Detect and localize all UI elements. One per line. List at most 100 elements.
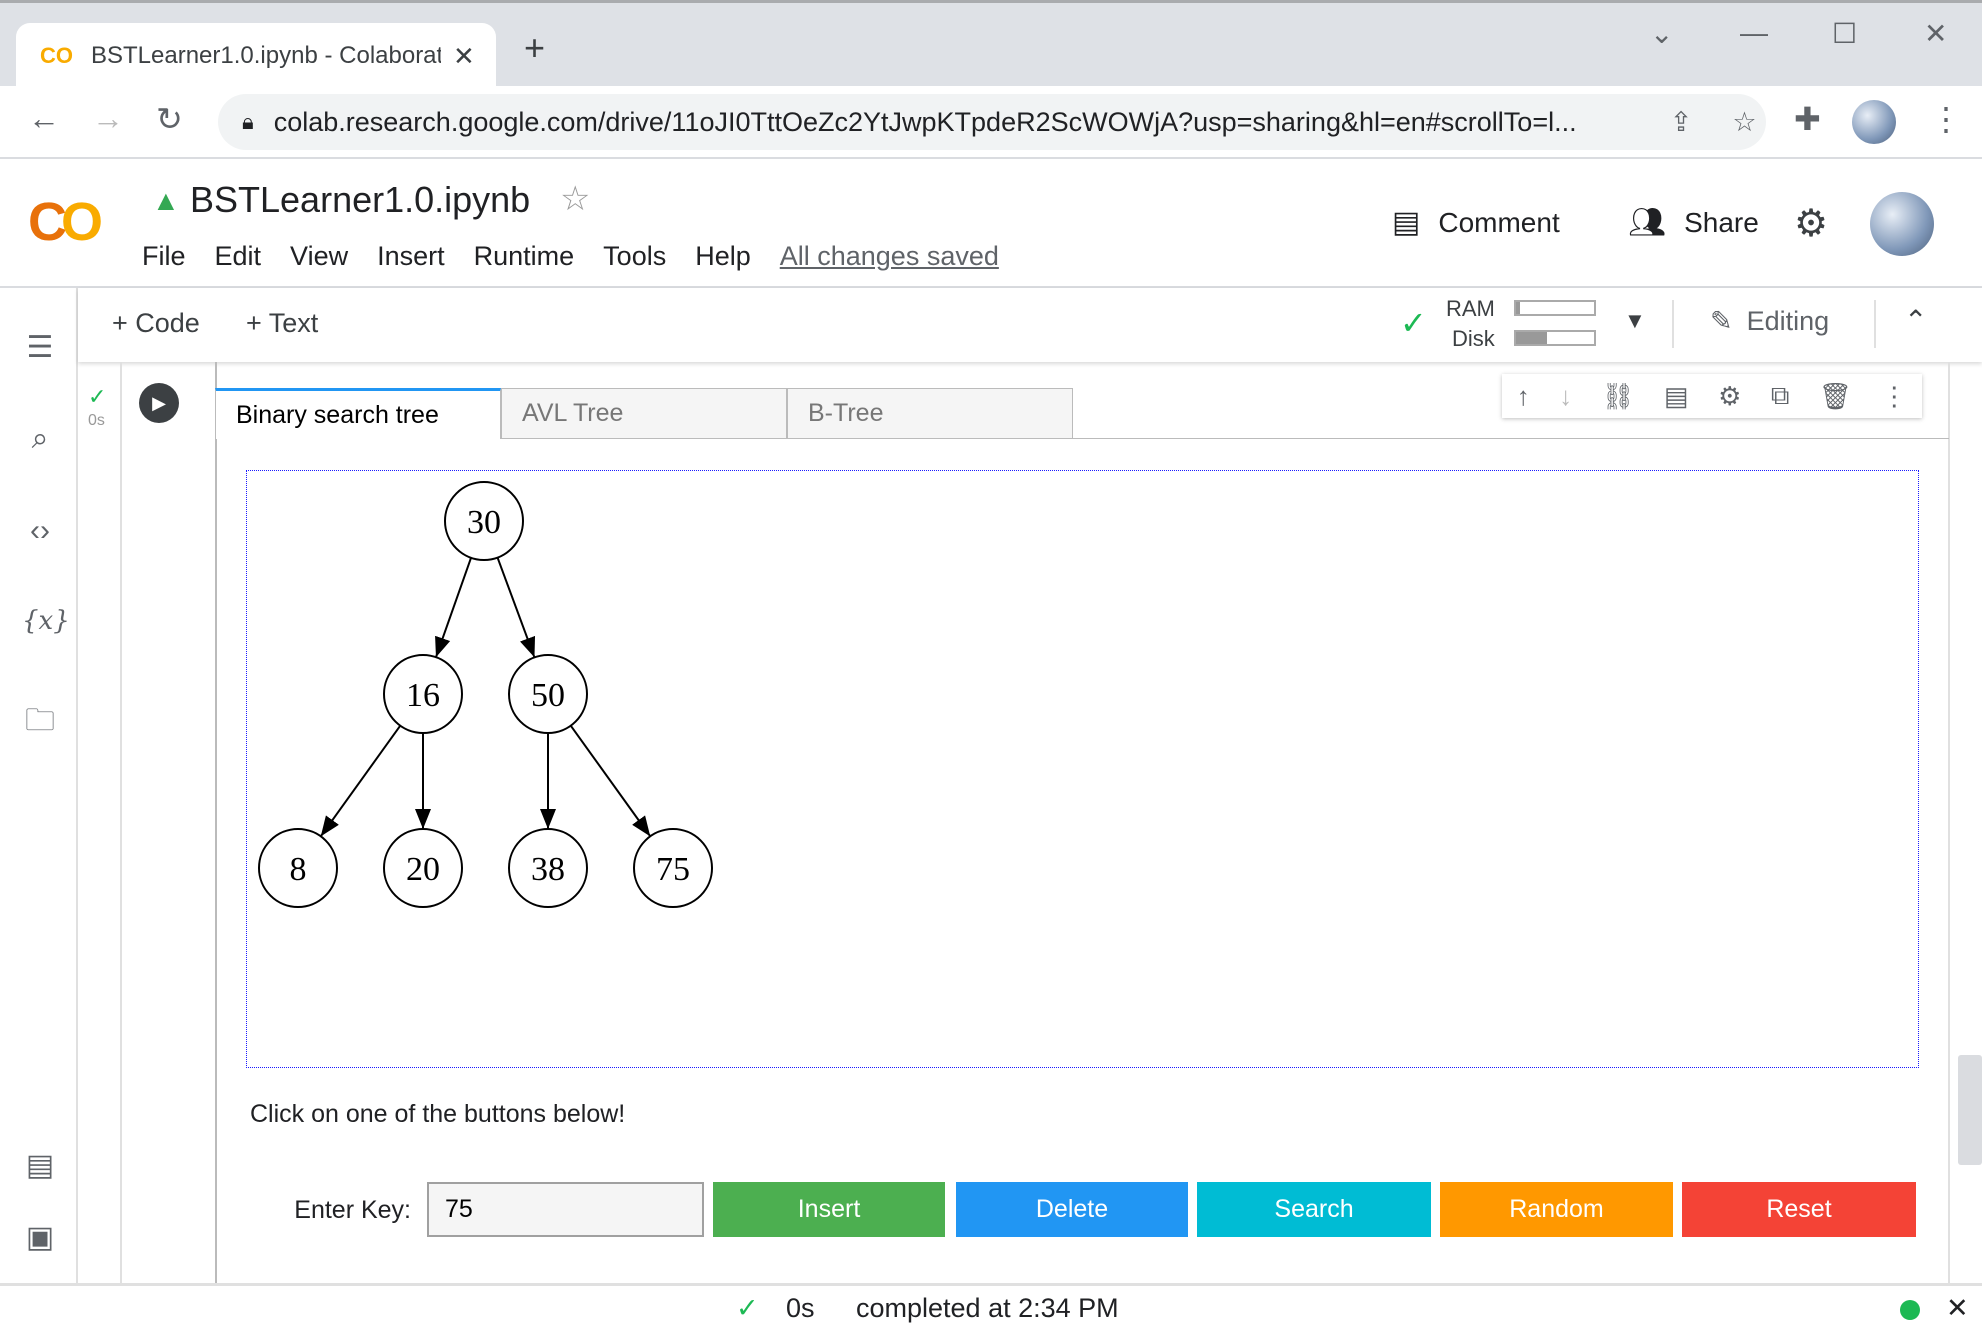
disk-label: Disk — [1452, 326, 1495, 351]
tree-node[interactable]: 30 — [444, 481, 524, 561]
tree-node[interactable]: 75 — [633, 828, 713, 908]
maximize-icon[interactable]: ☐ — [1832, 17, 1857, 50]
address-bar-row: ← → ↻ 🔒︎ colab.research.google.com/drive… — [0, 86, 1982, 159]
notebook-title[interactable]: BSTLearner1.0.ipynb — [190, 179, 530, 221]
extensions-icon[interactable]: ✚ — [1794, 100, 1821, 138]
tree-node[interactable]: 50 — [508, 654, 588, 734]
key-input[interactable] — [427, 1182, 704, 1237]
menu-runtime[interactable]: Runtime — [474, 241, 575, 272]
instruction-text: Click on one of the buttons below! — [250, 1100, 626, 1128]
url-text: colab.research.google.com/drive/11oJI0Tt… — [273, 106, 1577, 137]
close-window-icon[interactable]: ✕ — [1924, 17, 1947, 50]
ram-label: RAM — [1446, 296, 1495, 321]
collapse-header-icon[interactable]: ⌃ — [1904, 304, 1927, 337]
terminal-icon[interactable]: ▣ — [22, 1220, 58, 1255]
comment-cell-icon[interactable]: ▤ — [1664, 381, 1689, 412]
command-palette-icon[interactable]: ▤ — [22, 1148, 58, 1183]
move-down-icon[interactable]: ↓ — [1559, 381, 1572, 412]
files-folder-icon[interactable]: 🗀 — [22, 698, 58, 749]
disk-usage-bar[interactable] — [1514, 330, 1596, 346]
reset-button[interactable]: Reset — [1682, 1182, 1916, 1237]
browser-menu-icon[interactable]: ⋮ — [1930, 100, 1962, 138]
browser-tab[interactable]: CO BSTLearner1.0.ipynb - Colaboratory ✕ — [16, 23, 496, 89]
menu-view[interactable]: View — [290, 241, 348, 272]
tree-node-label: 8 — [290, 851, 307, 888]
tab-b-tree[interactable]: B-Tree — [787, 388, 1073, 439]
tree-node-label: 30 — [467, 504, 501, 541]
tab-search-icon[interactable]: ⌄ — [1650, 17, 1673, 50]
forward-icon[interactable]: → — [92, 100, 124, 137]
search-icon[interactable]: ⌕ — [22, 422, 58, 456]
account-avatar[interactable] — [1870, 192, 1934, 256]
tree-node[interactable]: 38 — [508, 828, 588, 908]
random-button[interactable]: Random — [1440, 1182, 1673, 1237]
move-up-icon[interactable]: ↑ — [1517, 381, 1530, 412]
cell-settings-icon[interactable]: ⚙ — [1718, 381, 1741, 412]
add-code-button[interactable]: + Code — [112, 308, 200, 339]
tab-avl-tree[interactable]: AVL Tree — [501, 388, 787, 439]
people-icon: 👥︎ — [1628, 206, 1667, 239]
url-field[interactable]: 🔒︎ colab.research.google.com/drive/11oJI… — [218, 94, 1766, 150]
menu-bar: File Edit View Insert Runtime Tools Help… — [142, 241, 999, 272]
tree-node[interactable]: 8 — [258, 828, 338, 908]
back-icon[interactable]: ← — [28, 100, 60, 137]
tree-node[interactable]: 16 — [383, 654, 463, 734]
comment-button[interactable]: ▤ Comment — [1392, 205, 1560, 240]
resources-dropdown-icon[interactable]: ▼ — [1624, 308, 1646, 334]
tree-node[interactable]: 20 — [383, 828, 463, 908]
add-text-button[interactable]: + Text — [246, 308, 318, 339]
new-tab-icon[interactable]: + — [524, 27, 545, 69]
search-button[interactable]: Search — [1197, 1182, 1431, 1237]
browser-tab-strip: CO BSTLearner1.0.ipynb - Colaboratory ✕ … — [0, 0, 1982, 89]
notebook-toolbar: + Code + Text ✓ RAM Disk ▼ ✎ Editing ⌃ — [78, 288, 1982, 362]
profile-avatar[interactable] — [1852, 100, 1896, 144]
delete-button[interactable]: Delete — [956, 1182, 1188, 1237]
variables-icon[interactable]: {x} — [22, 606, 70, 636]
share-page-icon[interactable]: ⇪ — [1670, 107, 1693, 138]
comment-icon: ▤ — [1392, 206, 1421, 239]
scrollbar-thumb[interactable] — [1958, 1055, 1982, 1165]
close-tab-icon[interactable]: ✕ — [453, 41, 475, 72]
star-icon[interactable]: ☆ — [560, 179, 590, 219]
run-cell-button[interactable]: ▶ — [139, 383, 179, 423]
cell-toolbar: ↑ ↓ ⛓ ▤ ⚙ ⧉ 🗑︎ ⋮ — [1502, 374, 1922, 418]
lock-icon: 🔒︎ — [242, 109, 254, 134]
settings-gear-icon[interactable]: ⚙ — [1794, 201, 1828, 246]
status-message[interactable]: completed at 2:34 PM — [856, 1293, 1119, 1324]
divider — [1672, 300, 1674, 348]
tree-edge — [569, 725, 652, 837]
tree-node-label: 16 — [406, 677, 440, 714]
tree-edge — [496, 557, 536, 658]
close-status-icon[interactable]: ✕ — [1946, 1293, 1969, 1324]
tab-baseline — [1073, 438, 1949, 439]
menu-file[interactable]: File — [142, 241, 186, 272]
menu-help[interactable]: Help — [695, 241, 751, 272]
ram-usage-bar[interactable] — [1514, 300, 1596, 316]
divider — [1874, 300, 1876, 348]
delete-icon[interactable]: 🗑︎ — [1819, 381, 1852, 412]
mirror-cell-icon[interactable]: ⧉ — [1771, 380, 1790, 412]
editing-label: Editing — [1746, 306, 1830, 336]
colab-logo[interactable]: CO — [28, 191, 103, 253]
tree-edge — [435, 557, 472, 658]
more-options-icon[interactable]: ⋮ — [1881, 381, 1907, 412]
comment-label: Comment — [1438, 206, 1560, 238]
tree-node-label: 50 — [531, 677, 565, 714]
link-icon[interactable]: ⛓ — [1602, 381, 1635, 412]
minimize-icon[interactable]: — — [1740, 17, 1768, 49]
play-icon: ▶ — [152, 392, 166, 413]
bookmark-star-icon[interactable]: ☆ — [1732, 107, 1756, 138]
tab-binary-search-tree[interactable]: Binary search tree — [215, 388, 501, 439]
share-button[interactable]: 👥︎ Share — [1628, 205, 1759, 240]
menu-tools[interactable]: Tools — [603, 241, 666, 272]
insert-button[interactable]: Insert — [713, 1182, 945, 1237]
left-sidebar: ☰ ⌕ ‹› {x} 🗀 ▤ ▣ — [0, 288, 78, 1283]
menu-insert[interactable]: Insert — [377, 241, 445, 272]
reload-icon[interactable]: ↻ — [156, 100, 183, 138]
code-snippets-icon[interactable]: ‹› — [22, 514, 58, 548]
menu-edit[interactable]: Edit — [215, 241, 262, 272]
table-of-contents-icon[interactable]: ☰ — [22, 330, 58, 365]
editing-mode-button[interactable]: ✎ Editing — [1710, 306, 1829, 337]
tree-canvas: 30 16 50 8 20 38 75 — [246, 470, 1919, 1068]
save-status-link[interactable]: All changes saved — [780, 241, 999, 272]
